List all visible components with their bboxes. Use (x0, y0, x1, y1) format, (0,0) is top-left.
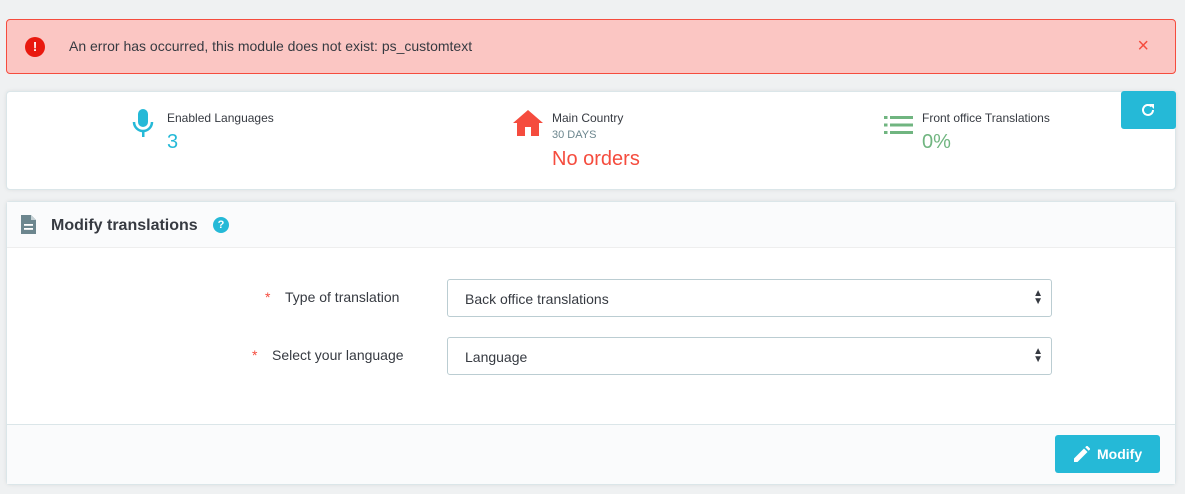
select-value: Language (465, 349, 528, 365)
panel-footer: Modify (7, 424, 1175, 484)
pencil-icon (1074, 446, 1090, 462)
microphone-icon (132, 109, 154, 137)
form-row-type: * Type of translation Back office transl… (7, 279, 1175, 317)
kpi-label: Enabled Languages (167, 111, 274, 125)
close-icon[interactable]: × (1137, 34, 1149, 58)
select-value: Back office translations (465, 291, 609, 307)
type-of-translation-label: Type of translation (285, 289, 400, 305)
list-icon (884, 116, 913, 134)
kpi-value: 3 (167, 131, 179, 153)
type-of-translation-select[interactable]: Back office translations ▲ ▼ (447, 279, 1052, 317)
kpi-label: Main Country (552, 111, 624, 125)
help-icon[interactable]: ? (213, 217, 229, 233)
kpi-label: Front office Translations (922, 111, 1050, 125)
modify-button[interactable]: Modify (1055, 435, 1160, 473)
modify-translations-panel: Modify translations ? * Type of translat… (6, 201, 1176, 485)
panel-title: Modify translations (51, 217, 198, 234)
form-row-language: * Select your language Language ▲ ▼ (7, 337, 1175, 375)
refresh-icon (1142, 103, 1154, 116)
required-mark: * (265, 289, 271, 305)
required-mark: * (252, 347, 258, 363)
error-alert: ! An error has occurred, this module doe… (6, 19, 1176, 74)
sort-caret-icon: ▲ ▼ (1033, 288, 1043, 307)
panel-heading: Modify translations ? (7, 202, 1175, 248)
kpi-bar: Enabled Languages 3 Main Country 30 DAYS… (6, 91, 1176, 190)
kpi-value: No orders (552, 148, 640, 170)
sort-caret-icon: ▲ ▼ (1033, 346, 1043, 365)
language-select[interactable]: Language ▲ ▼ (447, 337, 1052, 375)
kpi-sublabel: 30 DAYS (552, 129, 597, 141)
refresh-button[interactable] (1121, 91, 1176, 129)
select-language-label: Select your language (272, 347, 404, 363)
kpi-value: 0% (922, 131, 951, 153)
home-icon (513, 110, 543, 136)
modify-button-label: Modify (1097, 446, 1143, 462)
document-icon (21, 215, 36, 234)
exclamation-icon: ! (25, 37, 45, 57)
alert-message: An error has occurred, this module does … (69, 38, 473, 54)
